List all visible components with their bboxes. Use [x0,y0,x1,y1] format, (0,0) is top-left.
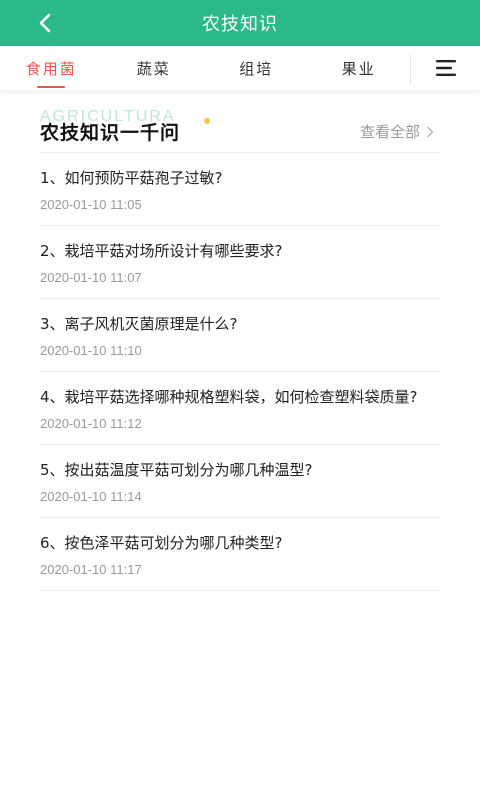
item-timestamp: 2020-01-10 11:17 [40,562,142,577]
app-screen: 农技知识 食用菌 蔬菜 组培 果业 AGRICULTURA 农技知识一千问 查看… [0,0,480,800]
list-item[interactable]: 4、栽培平菇选择哪种规格塑料袋，如何检查塑料袋质量? 2020-01-10 11… [40,372,440,445]
question-list: 1、如何预防平菇孢子过敏? 2020-01-10 11:05 2、栽培平菇对场所… [40,152,440,591]
item-title: 2、栽培平菇对场所设计有哪些要求? [40,242,283,260]
list-item[interactable]: 5、按出菇温度平菇可划分为哪几种温型? 2020-01-10 11:14 [40,445,440,518]
item-title: 4、栽培平菇选择哪种规格塑料袋，如何检查塑料袋质量? [40,388,418,406]
item-timestamp: 2020-01-10 11:05 [40,197,142,212]
watermark-dot-icon [204,118,210,124]
page-title: 农技知识 [202,14,278,35]
item-timestamp: 2020-01-10 11:12 [40,416,142,431]
item-title: 3、离子风机灭菌原理是什么? [40,315,238,333]
item-timestamp: 2020-01-10 11:07 [40,270,142,285]
tab-vegetables[interactable]: 蔬菜 [103,46,206,90]
list-item[interactable]: 2、栽培平菇对场所设计有哪些要求? 2020-01-10 11:07 [40,226,440,299]
view-all-link[interactable]: 查看全部 [360,121,434,142]
item-title: 1、如何预防平菇孢子过敏? [40,169,223,187]
list-item[interactable]: 6、按色泽平菇可划分为哪几种类型? 2020-01-10 11:17 [40,518,440,591]
chevron-left-icon [39,13,51,33]
tab-edible-fungi[interactable]: 食用菌 [0,46,103,90]
tab-tissue-culture[interactable]: 组培 [205,46,308,90]
category-tab-bar: 食用菌 蔬菜 组培 果业 [0,46,480,90]
list-item[interactable]: 1、如何预防平菇孢子过敏? 2020-01-10 11:05 [40,153,440,226]
content-area: AGRICULTURA 农技知识一千问 查看全部 1、如何预防平菇孢子过敏? 2… [0,90,480,800]
top-app-bar: 农技知识 [0,0,480,46]
item-timestamp: 2020-01-10 11:10 [40,343,142,358]
tab-fruit[interactable]: 果业 [308,46,411,90]
item-title: 6、按色泽平菇可划分为哪几种类型? [40,534,283,552]
section-header: AGRICULTURA 农技知识一千问 查看全部 [40,108,440,152]
menu-button[interactable] [411,46,480,90]
view-all-label: 查看全部 [359,123,420,141]
list-item[interactable]: 3、离子风机灭菌原理是什么? 2020-01-10 11:10 [40,299,440,372]
back-button[interactable] [30,8,60,38]
menu-icon [435,60,456,76]
chevron-right-icon [426,126,434,138]
item-timestamp: 2020-01-10 11:14 [40,489,142,504]
category-tabs: 食用菌 蔬菜 组培 果业 [0,46,410,90]
section-title: 农技知识一千问 [40,122,181,144]
item-title: 5、按出菇温度平菇可划分为哪几种温型? [40,461,313,479]
